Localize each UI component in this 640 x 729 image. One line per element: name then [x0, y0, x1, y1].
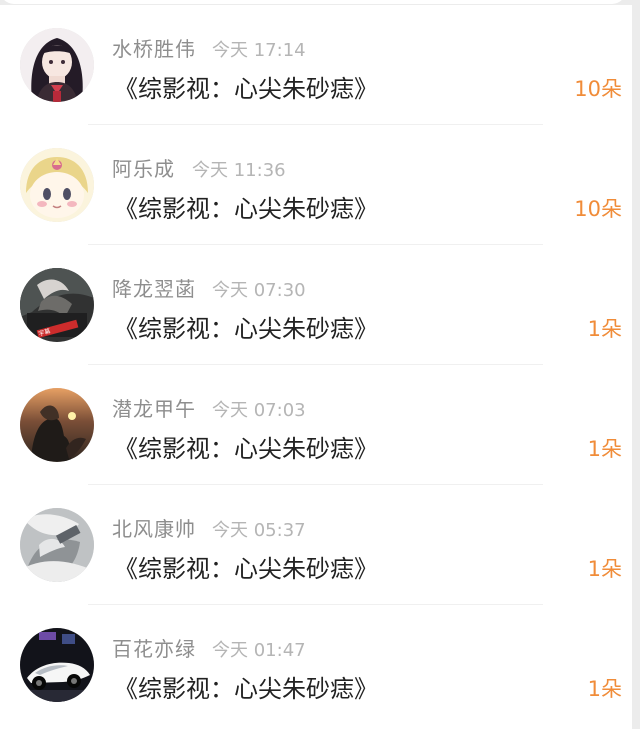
user-name: 水桥胜伟	[112, 37, 196, 61]
gift-list: 水桥胜伟 今天 17:14 《综影视：心尖朱砂痣》 10朵 阿乐成 今天 11:…	[0, 5, 632, 729]
book-title-link[interactable]: 《综影视：心尖朱砂痣》	[114, 309, 378, 344]
dark-hair-doll-avatar-image	[20, 28, 94, 102]
book-title-link[interactable]: 《综影视：心尖朱砂痣》	[114, 189, 378, 224]
user-name: 降龙翌菡	[112, 277, 196, 301]
user-name: 百花亦绿	[112, 637, 196, 661]
flower-count: 10朵	[574, 77, 622, 101]
book-title-link[interactable]: 《综影视：心尖朱砂痣》	[114, 429, 378, 464]
list-item[interactable]: 百花亦绿 今天 01:47 《综影视：心尖朱砂痣》 1朵	[0, 605, 632, 725]
white-sports-car-avatar-image	[20, 628, 94, 702]
book-title-link[interactable]: 《综影视：心尖朱砂痣》	[114, 669, 378, 704]
flower-count: 1朵	[587, 557, 622, 581]
dark-photo-avatar-image: 字幕	[20, 268, 94, 342]
grey-photo-avatar-image	[20, 508, 94, 582]
flower-count: 10朵	[574, 197, 622, 221]
book-title-link[interactable]: 《综影视：心尖朱砂痣》	[114, 69, 378, 104]
timestamp: 今天 07:30	[212, 280, 306, 301]
user-avatar[interactable]	[20, 628, 94, 702]
sunset-photo-avatar-image	[20, 388, 94, 462]
user-avatar[interactable]	[20, 148, 94, 222]
blonde-cartoon-face-avatar-image	[20, 148, 94, 222]
list-item[interactable]: 潜龙甲午 今天 07:03 《综影视：心尖朱砂痣》 1朵	[0, 365, 632, 485]
timestamp: 今天 17:14	[212, 40, 306, 61]
user-avatar[interactable]	[20, 28, 94, 102]
list-item[interactable]: 北风康帅 今天 05:37 《综影视：心尖朱砂痣》 1朵	[0, 485, 632, 605]
list-item[interactable]: 阿乐成 今天 11:36 《综影视：心尖朱砂痣》 10朵	[0, 125, 632, 245]
flower-count: 1朵	[587, 317, 622, 341]
user-name: 北风康帅	[112, 517, 196, 541]
list-item[interactable]: 字幕 降龙翌菡 今天 07:30 《综影视：心尖朱砂痣》 1朵	[0, 245, 632, 365]
user-name: 潜龙甲午	[112, 397, 196, 421]
user-avatar[interactable]: 字幕	[20, 268, 94, 342]
flower-count: 1朵	[587, 437, 622, 461]
timestamp: 今天 11:36	[192, 160, 286, 181]
timestamp: 今天 07:03	[212, 400, 306, 421]
list-item[interactable]: 水桥胜伟 今天 17:14 《综影视：心尖朱砂痣》 10朵	[0, 5, 632, 125]
top-card-edge	[0, 0, 626, 4]
user-avatar[interactable]	[20, 508, 94, 582]
timestamp: 今天 05:37	[212, 520, 306, 541]
book-title-link[interactable]: 《综影视：心尖朱砂痣》	[114, 549, 378, 584]
user-name: 阿乐成	[112, 157, 175, 181]
flower-count: 1朵	[587, 677, 622, 701]
timestamp: 今天 01:47	[212, 640, 306, 661]
user-avatar[interactable]	[20, 388, 94, 462]
